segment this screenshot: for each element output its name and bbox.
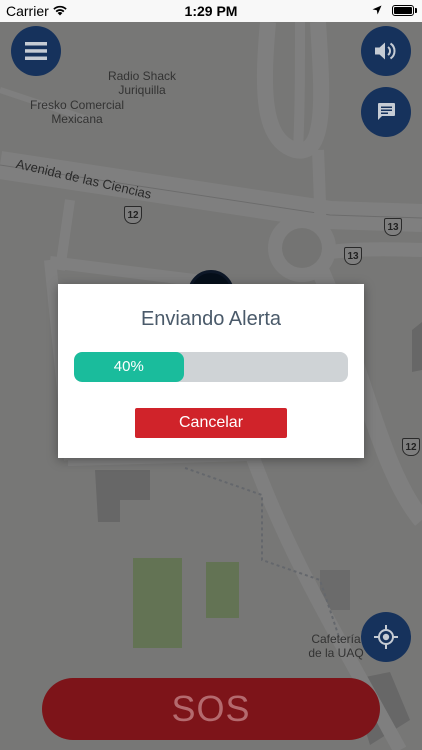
location-arrow-icon [372, 5, 382, 15]
sos-label: SOS [171, 688, 251, 729]
sound-button[interactable] [361, 26, 411, 76]
speaker-icon [375, 42, 396, 60]
sos-button[interactable]: SOS [42, 678, 380, 740]
hamburger-menu-icon [25, 42, 47, 60]
battery-icon [392, 5, 414, 16]
locate-button[interactable] [361, 612, 411, 662]
cancel-button[interactable]: Cancelar [135, 408, 287, 438]
progress-bar: 40% [74, 352, 348, 382]
sending-alert-dialog: Enviando Alerta 40% Cancelar [58, 284, 364, 458]
clock: 1:29 PM [184, 3, 238, 19]
progress-label: 40% [113, 358, 144, 375]
crosshair-location-icon [374, 625, 398, 649]
menu-button[interactable] [11, 26, 61, 76]
chat-bubble-icon [378, 103, 395, 120]
dialog-title: Enviando Alerta [140, 308, 282, 330]
progress-fill: 40% [74, 352, 184, 382]
status-bar: Carrier 1:29 PM [0, 0, 422, 22]
chat-button[interactable] [361, 87, 411, 137]
battery-tip [415, 8, 417, 13]
